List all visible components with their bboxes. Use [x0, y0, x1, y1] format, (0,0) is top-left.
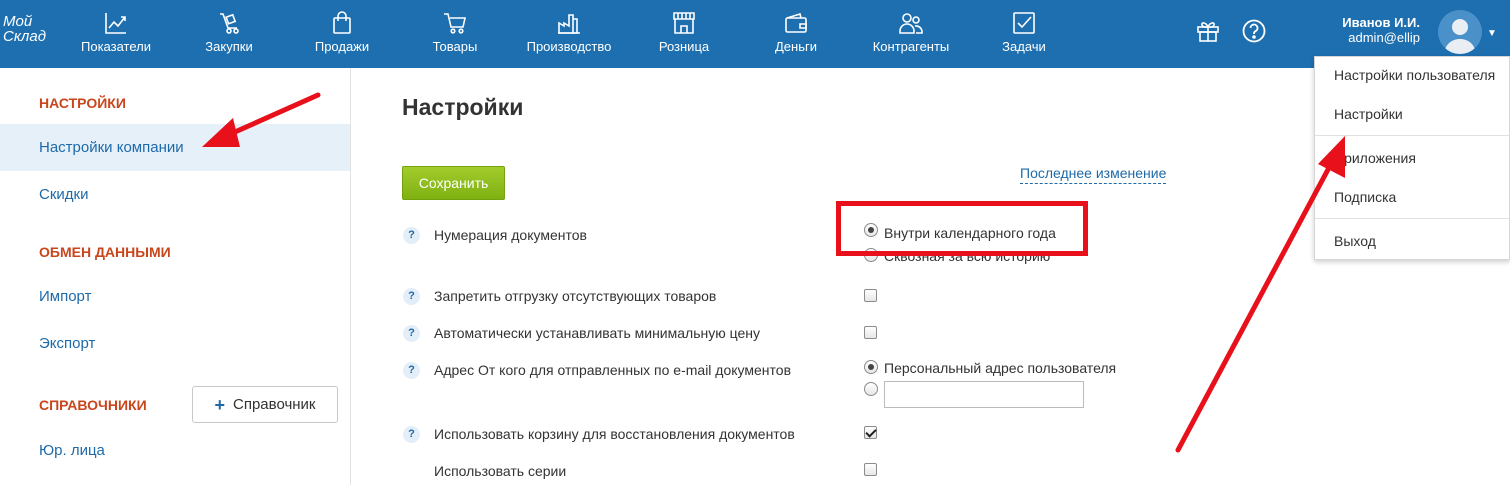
nav-retail[interactable]: Розница [654, 0, 714, 68]
nav-label: Производство [526, 39, 612, 54]
cart-icon [442, 10, 468, 36]
top-navigation-bar: Мой Склад Показатели Закупки Продажи Тов… [0, 0, 1510, 68]
sidebar-section-references: СПРАВОЧНИКИ [39, 397, 147, 413]
nav-label: Показатели [81, 39, 151, 54]
people-icon [898, 10, 924, 36]
nav-sales[interactable]: Продажи [310, 0, 374, 68]
nav-label: Контрагенты [872, 39, 950, 54]
sidebar-section-data-exchange: ОБМЕН ДАННЫМИ [39, 244, 171, 260]
nav-production[interactable]: Производство [522, 0, 616, 68]
shopping-bag-icon [329, 10, 355, 36]
wallet-icon [783, 10, 809, 36]
add-reference-button[interactable]: + Справочник [192, 386, 338, 423]
nav-label: Задачи [1002, 39, 1046, 54]
help-icon[interactable]: ? [403, 288, 420, 305]
chart-line-icon [103, 10, 129, 36]
menu-divider [1315, 135, 1510, 136]
menu-item-apps[interactable]: Приложения [1315, 150, 1510, 166]
nav-counterparties[interactable]: Контрагенты [868, 0, 954, 68]
plus-icon: + [214, 394, 225, 415]
email-field[interactable] [884, 381, 1084, 408]
sidebar-section-settings: НАСТРОЙКИ [39, 95, 126, 111]
avatar[interactable] [1438, 10, 1482, 54]
setting-label-numbering: Нумерация документов [434, 227, 587, 243]
checkbox-trash-bin[interactable] [864, 426, 877, 439]
setting-label-email-from: Адрес От кого для отправленных по e-mail… [434, 362, 792, 378]
settings-sidebar: НАСТРОЙКИ Настройки компании Скидки ОБМЕ… [0, 68, 351, 485]
user-login: admin@ellip [1348, 30, 1420, 45]
last-change-link[interactable]: Последнее изменение [1020, 165, 1167, 184]
task-check-icon [1011, 10, 1037, 36]
checkbox-series[interactable] [864, 463, 877, 476]
factory-icon [556, 10, 582, 36]
user-info[interactable]: Иванов И.И. admin@ellip [1342, 15, 1420, 45]
logo-line-2: Склад [3, 28, 47, 45]
setting-label-min-price: Автоматически устанавливать минимальную … [434, 325, 760, 341]
add-reference-label: Справочник [233, 396, 316, 413]
help-icon[interactable]: ? [403, 362, 420, 379]
user-dropdown-menu: Настройки пользователя Настройки Приложе… [1314, 56, 1510, 260]
save-button[interactable]: Сохранить [402, 166, 505, 200]
menu-divider [1315, 218, 1510, 219]
page-title: Настройки [402, 94, 524, 120]
radio-email-personal[interactable] [864, 360, 878, 374]
sidebar-item-discounts[interactable]: Скидки [39, 186, 88, 203]
nav-tasks[interactable]: Задачи [998, 0, 1050, 68]
checkbox-min-price[interactable] [864, 326, 877, 339]
shop-icon [671, 10, 697, 36]
nav-indicators[interactable]: Показатели [80, 0, 152, 68]
setting-label-trash-bin: Использовать корзину для восстановления … [434, 426, 795, 442]
nav-money[interactable]: Деньги [770, 0, 822, 68]
nav-label: Розница [658, 39, 710, 54]
annotation-highlight-box [836, 201, 1088, 256]
nav-label: Закупки [205, 39, 253, 54]
nav-label: Товары [432, 39, 478, 54]
checkbox-forbid-shipment[interactable] [864, 289, 877, 302]
sidebar-item-legal-entities[interactable]: Юр. лица [39, 442, 105, 459]
menu-item-user-settings[interactable]: Настройки пользователя [1315, 67, 1510, 83]
logo[interactable]: Мой Склад [3, 14, 51, 44]
sidebar-item-company-settings[interactable]: Настройки компании [39, 139, 184, 156]
nav-label: Деньги [775, 39, 817, 54]
nav-products[interactable]: Товары [428, 0, 482, 68]
setting-label-forbid-shipment: Запретить отгрузку отсутствующих товаров [434, 288, 717, 304]
sidebar-item-export[interactable]: Экспорт [39, 335, 95, 352]
radio-email-custom[interactable] [864, 382, 878, 396]
hand-truck-icon [216, 10, 242, 36]
chevron-down-icon[interactable]: ▼ [1487, 28, 1497, 39]
help-icon[interactable]: ? [403, 426, 420, 443]
gift-icon[interactable] [1195, 18, 1221, 44]
nav-purchases[interactable]: Закупки [200, 0, 258, 68]
help-circle-icon[interactable] [1241, 18, 1267, 44]
user-avatar-icon [1444, 19, 1476, 54]
sidebar-item-import[interactable]: Импорт [39, 288, 91, 305]
option-label-personal-address: Персональный адрес пользователя [884, 360, 1117, 376]
menu-item-settings[interactable]: Настройки [1315, 106, 1510, 122]
menu-item-subscription[interactable]: Подписка [1315, 189, 1510, 205]
menu-item-logout[interactable]: Выход [1315, 233, 1510, 249]
help-icon[interactable]: ? [403, 325, 420, 342]
setting-label-series: Использовать серии [434, 463, 567, 479]
logo-line-1: Мой [3, 13, 33, 30]
user-name: Иванов И.И. [1342, 15, 1420, 30]
help-icon[interactable]: ? [403, 227, 420, 244]
nav-label: Продажи [314, 39, 370, 54]
